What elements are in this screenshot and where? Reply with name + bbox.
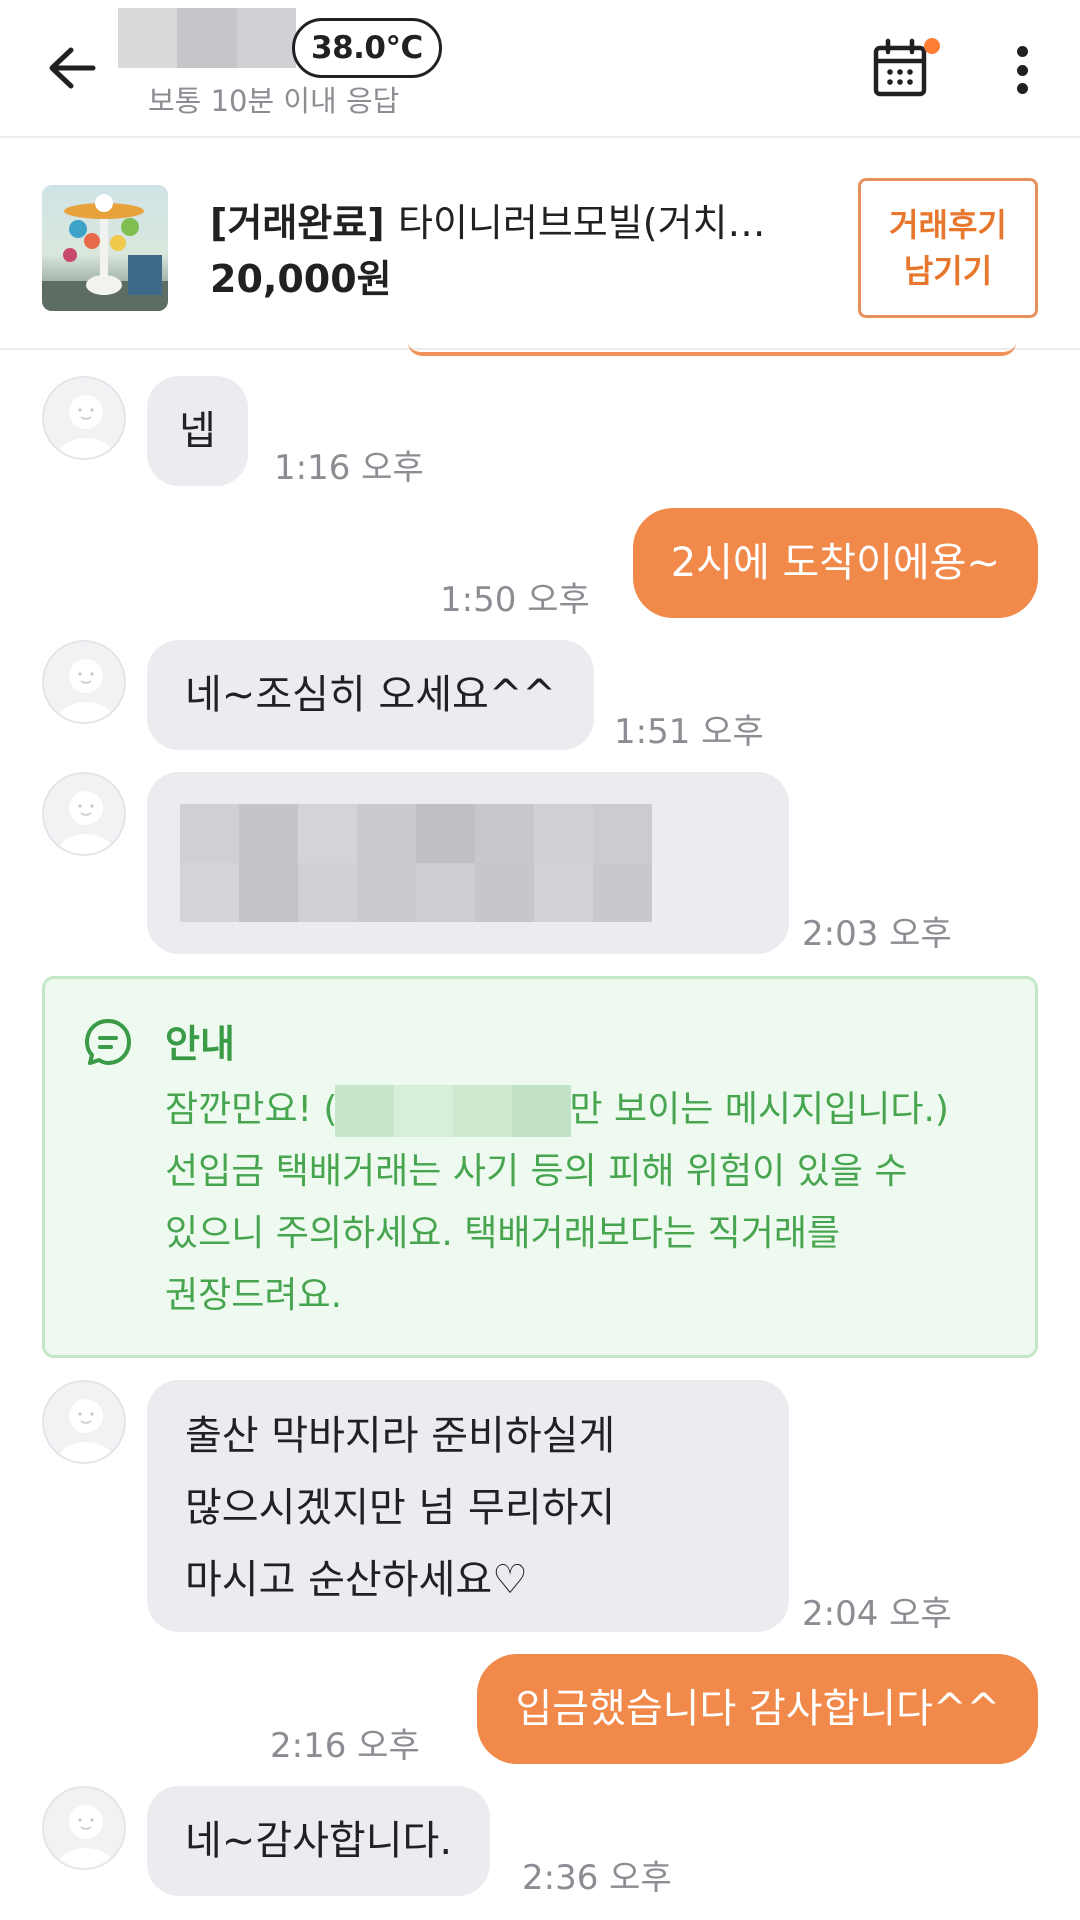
message-time: 1:51 오후 — [614, 712, 764, 752]
chat-header: 38.0°C 보통 10분 이내 응답 — [0, 0, 1080, 138]
message-text: 입금했습니다 감사합니다^^ — [515, 1686, 1000, 1732]
review-button-label-2: 남기기 — [903, 252, 993, 290]
message-time: 2:03 오후 — [802, 914, 952, 954]
product-info-bar[interactable]: [거래완료] 타이니러브모빌(거치… 20,000원 거래후기 남기기 — [0, 140, 1080, 350]
message-text-line: 많으시겠지만 넘 무리하지 — [185, 1485, 616, 1531]
message-bubble-received: 네~감사합니다. — [147, 1786, 491, 1896]
avatar[interactable] — [42, 772, 126, 856]
default-avatar-icon — [56, 659, 116, 722]
previous-message-edge — [408, 342, 1016, 356]
message-bubble-received: 네~조심히 오세요^^ — [147, 640, 594, 750]
notice-text: 선입금 택배거래는 사기 등의 피해 위험이 있을 수 — [165, 1151, 908, 1192]
message-bubble-sent: 입금했습니다 감사합니다^^ — [477, 1654, 1038, 1764]
avatar[interactable] — [42, 640, 126, 724]
message-bubble-received: 넵 — [147, 376, 248, 486]
notice-title: 안내 — [165, 1022, 235, 1066]
avatar[interactable] — [42, 376, 126, 460]
avatar[interactable] — [42, 1786, 126, 1870]
temperature-value: 38.0°C — [311, 30, 423, 66]
message-time: 1:50 오후 — [440, 580, 590, 620]
message-text: 네~감사합니다. — [185, 1818, 453, 1864]
product-thumbnail[interactable] — [42, 185, 168, 311]
message-time: 1:16 오후 — [274, 448, 424, 488]
baby-mobile-image — [42, 194, 168, 311]
notice-text: 있으니 주의하세요. 택배거래보다는 직거래를 — [165, 1213, 841, 1254]
message-text: 2시에 도착이에용~ — [670, 540, 1000, 586]
message-bubble-sent: 2시에 도착이에용~ — [632, 508, 1038, 618]
arrow-left-icon — [49, 47, 96, 89]
notice-text: 권장드려요. — [165, 1275, 343, 1316]
calendar-notification-dot — [924, 38, 940, 54]
default-avatar-icon — [56, 395, 116, 458]
review-button-label-1: 거래후기 — [889, 205, 1007, 244]
more-options-button[interactable] — [1000, 40, 1044, 100]
blurred-message-content — [180, 804, 654, 922]
default-avatar-icon — [56, 1805, 116, 1868]
message-time: 2:04 오후 — [802, 1594, 952, 1634]
username-blurred — [118, 8, 296, 68]
manner-temperature-badge: 38.0°C — [292, 18, 442, 78]
message-bubble-received: 출산 막바지라 준비하실게 많으시겠지만 넘 무리하지 마시고 순산하세요♡ — [147, 1380, 789, 1632]
message-text: 네~조심히 오세요^^ — [185, 672, 556, 718]
message-text-line: 출산 막바지라 준비하실게 — [185, 1413, 616, 1459]
more-vertical-icon — [1016, 46, 1028, 57]
default-avatar-icon — [56, 1399, 116, 1462]
notice-text: 만 보이는 메시지입니다.) — [569, 1089, 949, 1130]
notice-blurred-name — [335, 1085, 572, 1137]
message-text-line: 마시고 순산하세요♡ — [185, 1557, 528, 1603]
message-time: 2:16 오후 — [270, 1726, 420, 1766]
write-review-button[interactable]: 거래후기 남기기 — [858, 178, 1038, 318]
message-time: 2:36 오후 — [522, 1858, 672, 1898]
safety-notice: 안내 잠깐만요! ( 만 보이는 메시지입니다.) 선입금 택배거래는 사기 등의… — [42, 976, 1038, 1358]
avatar[interactable] — [42, 1380, 126, 1464]
trade-status: [거래완료] — [210, 201, 385, 245]
message-text: 넵 — [179, 408, 216, 454]
chat-notice-icon — [85, 1019, 131, 1065]
product-title: 타이니러브모빌(거치… — [398, 201, 766, 245]
notice-body: 잠깐만요! ( 만 보이는 메시지입니다.) 선입금 택배거래는 사기 등의 피해… — [165, 1079, 1015, 1327]
default-avatar-icon — [56, 791, 116, 854]
back-button[interactable] — [42, 38, 102, 98]
notice-text: 잠깐만요! ( — [165, 1089, 338, 1130]
product-price: 20,000원 — [210, 257, 392, 301]
response-time-text: 보통 10분 이내 응답 — [148, 84, 400, 118]
